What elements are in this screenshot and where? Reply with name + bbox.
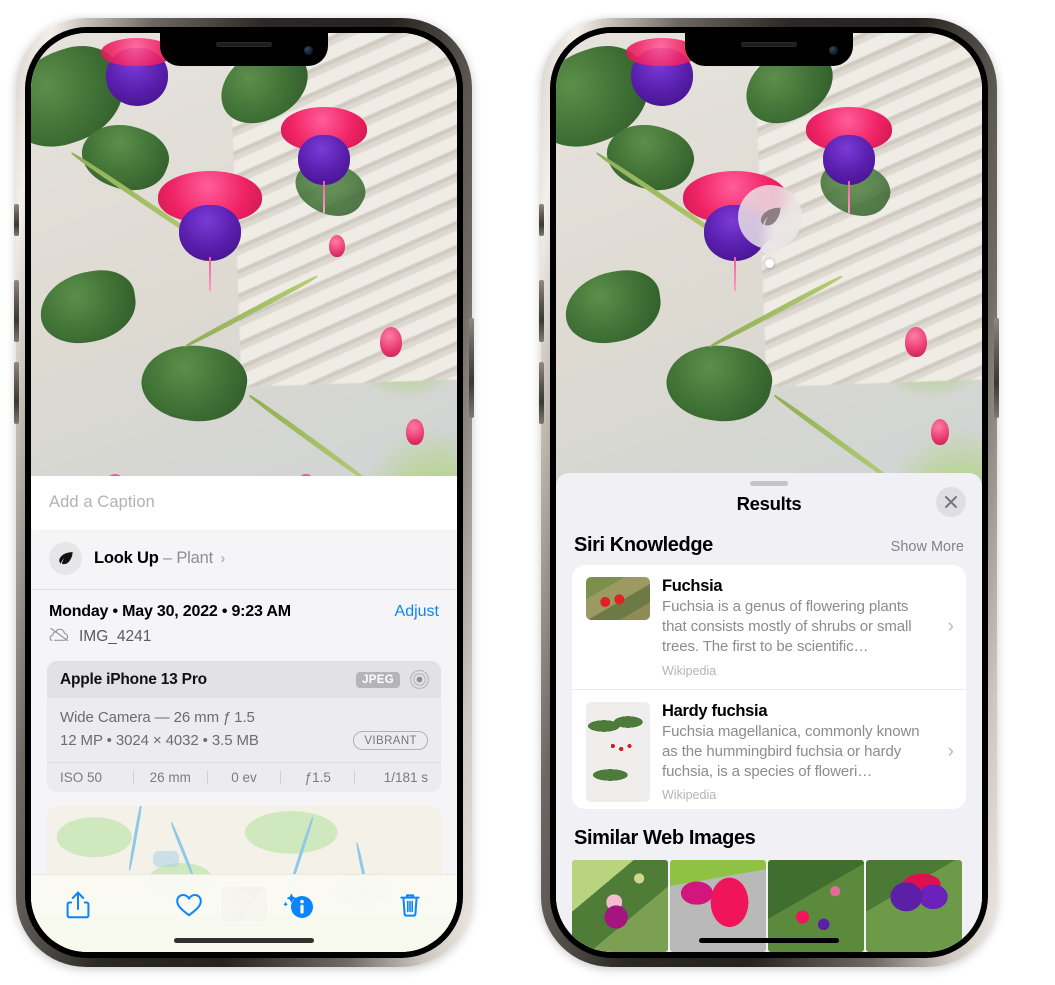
front-camera-icon bbox=[829, 46, 838, 55]
close-button[interactable] bbox=[936, 486, 966, 517]
volume-up-button[interactable] bbox=[14, 280, 19, 342]
close-icon bbox=[945, 495, 957, 508]
flower-bud bbox=[329, 235, 346, 258]
device-notch bbox=[685, 33, 853, 66]
format-badge: JPEG bbox=[356, 671, 400, 688]
entry-thumbnail bbox=[586, 701, 650, 802]
chevron-right-icon: › bbox=[947, 741, 954, 763]
look-up-title: Look Up bbox=[94, 549, 159, 567]
results-title: Results bbox=[736, 492, 802, 514]
visual-look-up-results-sheet: Results Siri Knowledge Show More Fuchsia… bbox=[556, 473, 982, 952]
flower-bud bbox=[405, 418, 424, 445]
look-up-dash: – bbox=[162, 549, 172, 567]
fuchsia-blossom bbox=[274, 106, 374, 217]
camera-device-name: Apple iPhone 13 Pro bbox=[60, 670, 207, 688]
exif-header: Apple iPhone 13 Pro JPEG bbox=[47, 661, 441, 698]
exif-stat-exposure: 0 ev bbox=[231, 769, 257, 785]
map-river bbox=[169, 821, 196, 879]
exif-stats-row: ISO 50 26 mm 0 ev ƒ1.5 1/181 s bbox=[47, 761, 441, 792]
caption-placeholder: Add a Caption bbox=[49, 493, 155, 511]
map-river bbox=[127, 805, 143, 871]
side-power-button[interactable] bbox=[469, 318, 474, 418]
look-up-label: Look Up – Plant › bbox=[94, 549, 225, 568]
fuchsia-blossom bbox=[150, 170, 270, 291]
favorite-button[interactable] bbox=[168, 887, 210, 923]
fuchsia-blossom bbox=[799, 106, 899, 217]
earpiece-speaker bbox=[741, 42, 797, 47]
lens-icon bbox=[409, 669, 430, 690]
mute-switch[interactable] bbox=[14, 204, 19, 236]
icloud-slash-icon bbox=[49, 627, 70, 647]
screenshot-stage: Add a Caption ✦ ✦ Look Up – bbox=[0, 0, 1055, 985]
similar-web-images-title: Similar Web Images bbox=[574, 827, 756, 849]
volume-down-button[interactable] bbox=[14, 362, 19, 424]
entry-title: Hardy fuchsia bbox=[662, 701, 768, 720]
sparkle-icon: ✦ bbox=[31, 523, 34, 539]
knowledge-entry-hardy-fuchsia[interactable]: Hardy fuchsia Fuchsia magellanica, commo… bbox=[572, 688, 966, 809]
look-up-subject: Plant bbox=[176, 549, 213, 567]
siri-knowledge-card: Fuchsia Fuchsia is a genus of flowering … bbox=[572, 564, 966, 809]
left-phone-screen: Add a Caption ✦ ✦ Look Up – bbox=[31, 33, 457, 952]
delete-button[interactable] bbox=[389, 887, 431, 923]
results-header: Results bbox=[556, 486, 982, 529]
volume-up-button[interactable] bbox=[539, 280, 544, 342]
info-button[interactable] bbox=[278, 887, 320, 923]
earpiece-speaker bbox=[216, 42, 272, 47]
subject-anchor-dot bbox=[765, 259, 774, 268]
left-phone-device: Add a Caption ✦ ✦ Look Up – bbox=[14, 18, 474, 967]
chevron-right-icon: › bbox=[947, 616, 954, 638]
knowledge-entry-fuchsia[interactable]: Fuchsia Fuchsia is a genus of flowering … bbox=[572, 565, 966, 689]
flower-bud bbox=[905, 327, 928, 358]
visual-look-up-badge[interactable] bbox=[738, 185, 802, 249]
similar-web-images-header: Similar Web Images bbox=[556, 809, 982, 858]
leaf-icon bbox=[760, 207, 781, 226]
filename-row: IMG_4241 bbox=[31, 623, 457, 659]
right-phone-screen: Results Siri Knowledge Show More Fuchsia… bbox=[556, 33, 982, 952]
home-indicator[interactable] bbox=[699, 938, 839, 943]
side-power-button[interactable] bbox=[994, 318, 999, 418]
mute-switch[interactable] bbox=[539, 204, 544, 236]
exif-stat-aperture: ƒ1.5 bbox=[304, 769, 331, 785]
web-image-thumb[interactable] bbox=[866, 860, 962, 952]
exif-stat-shutter: 1/181 s bbox=[383, 769, 428, 785]
share-button[interactable] bbox=[57, 887, 99, 923]
left-phone-bezel: Add a Caption ✦ ✦ Look Up – bbox=[25, 27, 463, 958]
chevron-right-icon: › bbox=[220, 550, 226, 567]
entry-title: Fuchsia bbox=[662, 576, 723, 595]
show-more-button[interactable]: Show More bbox=[891, 539, 964, 555]
exif-stat-iso: ISO 50 bbox=[60, 769, 103, 785]
caption-input[interactable]: Add a Caption bbox=[31, 476, 457, 530]
flower-bud bbox=[380, 327, 403, 358]
exif-body: Wide Camera — 26 mm ƒ 1.5 12 MP • 3024 ×… bbox=[47, 698, 441, 762]
photo-datetime: Monday • May 30, 2022 • 9:23 AM bbox=[49, 603, 291, 620]
exif-card: Apple iPhone 13 Pro JPEG Wide Camera — 2… bbox=[47, 661, 441, 792]
right-phone-bezel: Results Siri Knowledge Show More Fuchsia… bbox=[550, 27, 988, 958]
entry-thumbnail bbox=[586, 576, 650, 620]
exif-stat-focal: 26 mm bbox=[149, 769, 191, 785]
home-indicator[interactable] bbox=[174, 938, 314, 943]
volume-down-button[interactable] bbox=[539, 362, 544, 424]
web-image-thumb[interactable] bbox=[572, 860, 668, 952]
device-notch bbox=[160, 33, 328, 66]
datetime-row: Monday • May 30, 2022 • 9:23 AM Adjust bbox=[31, 590, 457, 623]
photographic-style-badge: VIBRANT bbox=[353, 731, 428, 751]
lens-description: Wide Camera — 26 mm ƒ 1.5 bbox=[60, 709, 255, 726]
entry-source: Wikipedia bbox=[662, 663, 717, 678]
entry-source: Wikipedia bbox=[662, 788, 717, 803]
leaf-icon bbox=[49, 542, 82, 575]
photo-size-line: 12 MP • 3024 × 4032 • 3.5 MB bbox=[60, 732, 259, 750]
siri-knowledge-title: Siri Knowledge bbox=[574, 533, 713, 556]
look-up-row[interactable]: ✦ ✦ Look Up – Plant › bbox=[31, 523, 457, 590]
adjust-button[interactable]: Adjust bbox=[395, 603, 439, 621]
entry-description: Fuchsia magellanica, commonly known as t… bbox=[662, 722, 920, 781]
map-lake bbox=[153, 851, 180, 868]
siri-knowledge-header: Siri Knowledge Show More bbox=[556, 529, 982, 565]
photo-info-sheet: Add a Caption ✦ ✦ Look Up – bbox=[31, 476, 457, 952]
front-camera-icon bbox=[304, 46, 313, 55]
right-phone-device: Results Siri Knowledge Show More Fuchsia… bbox=[539, 18, 999, 967]
entry-description: Fuchsia is a genus of flowering plants t… bbox=[662, 597, 912, 656]
flower-bud bbox=[930, 418, 949, 445]
photo-filename: IMG_4241 bbox=[79, 628, 152, 645]
